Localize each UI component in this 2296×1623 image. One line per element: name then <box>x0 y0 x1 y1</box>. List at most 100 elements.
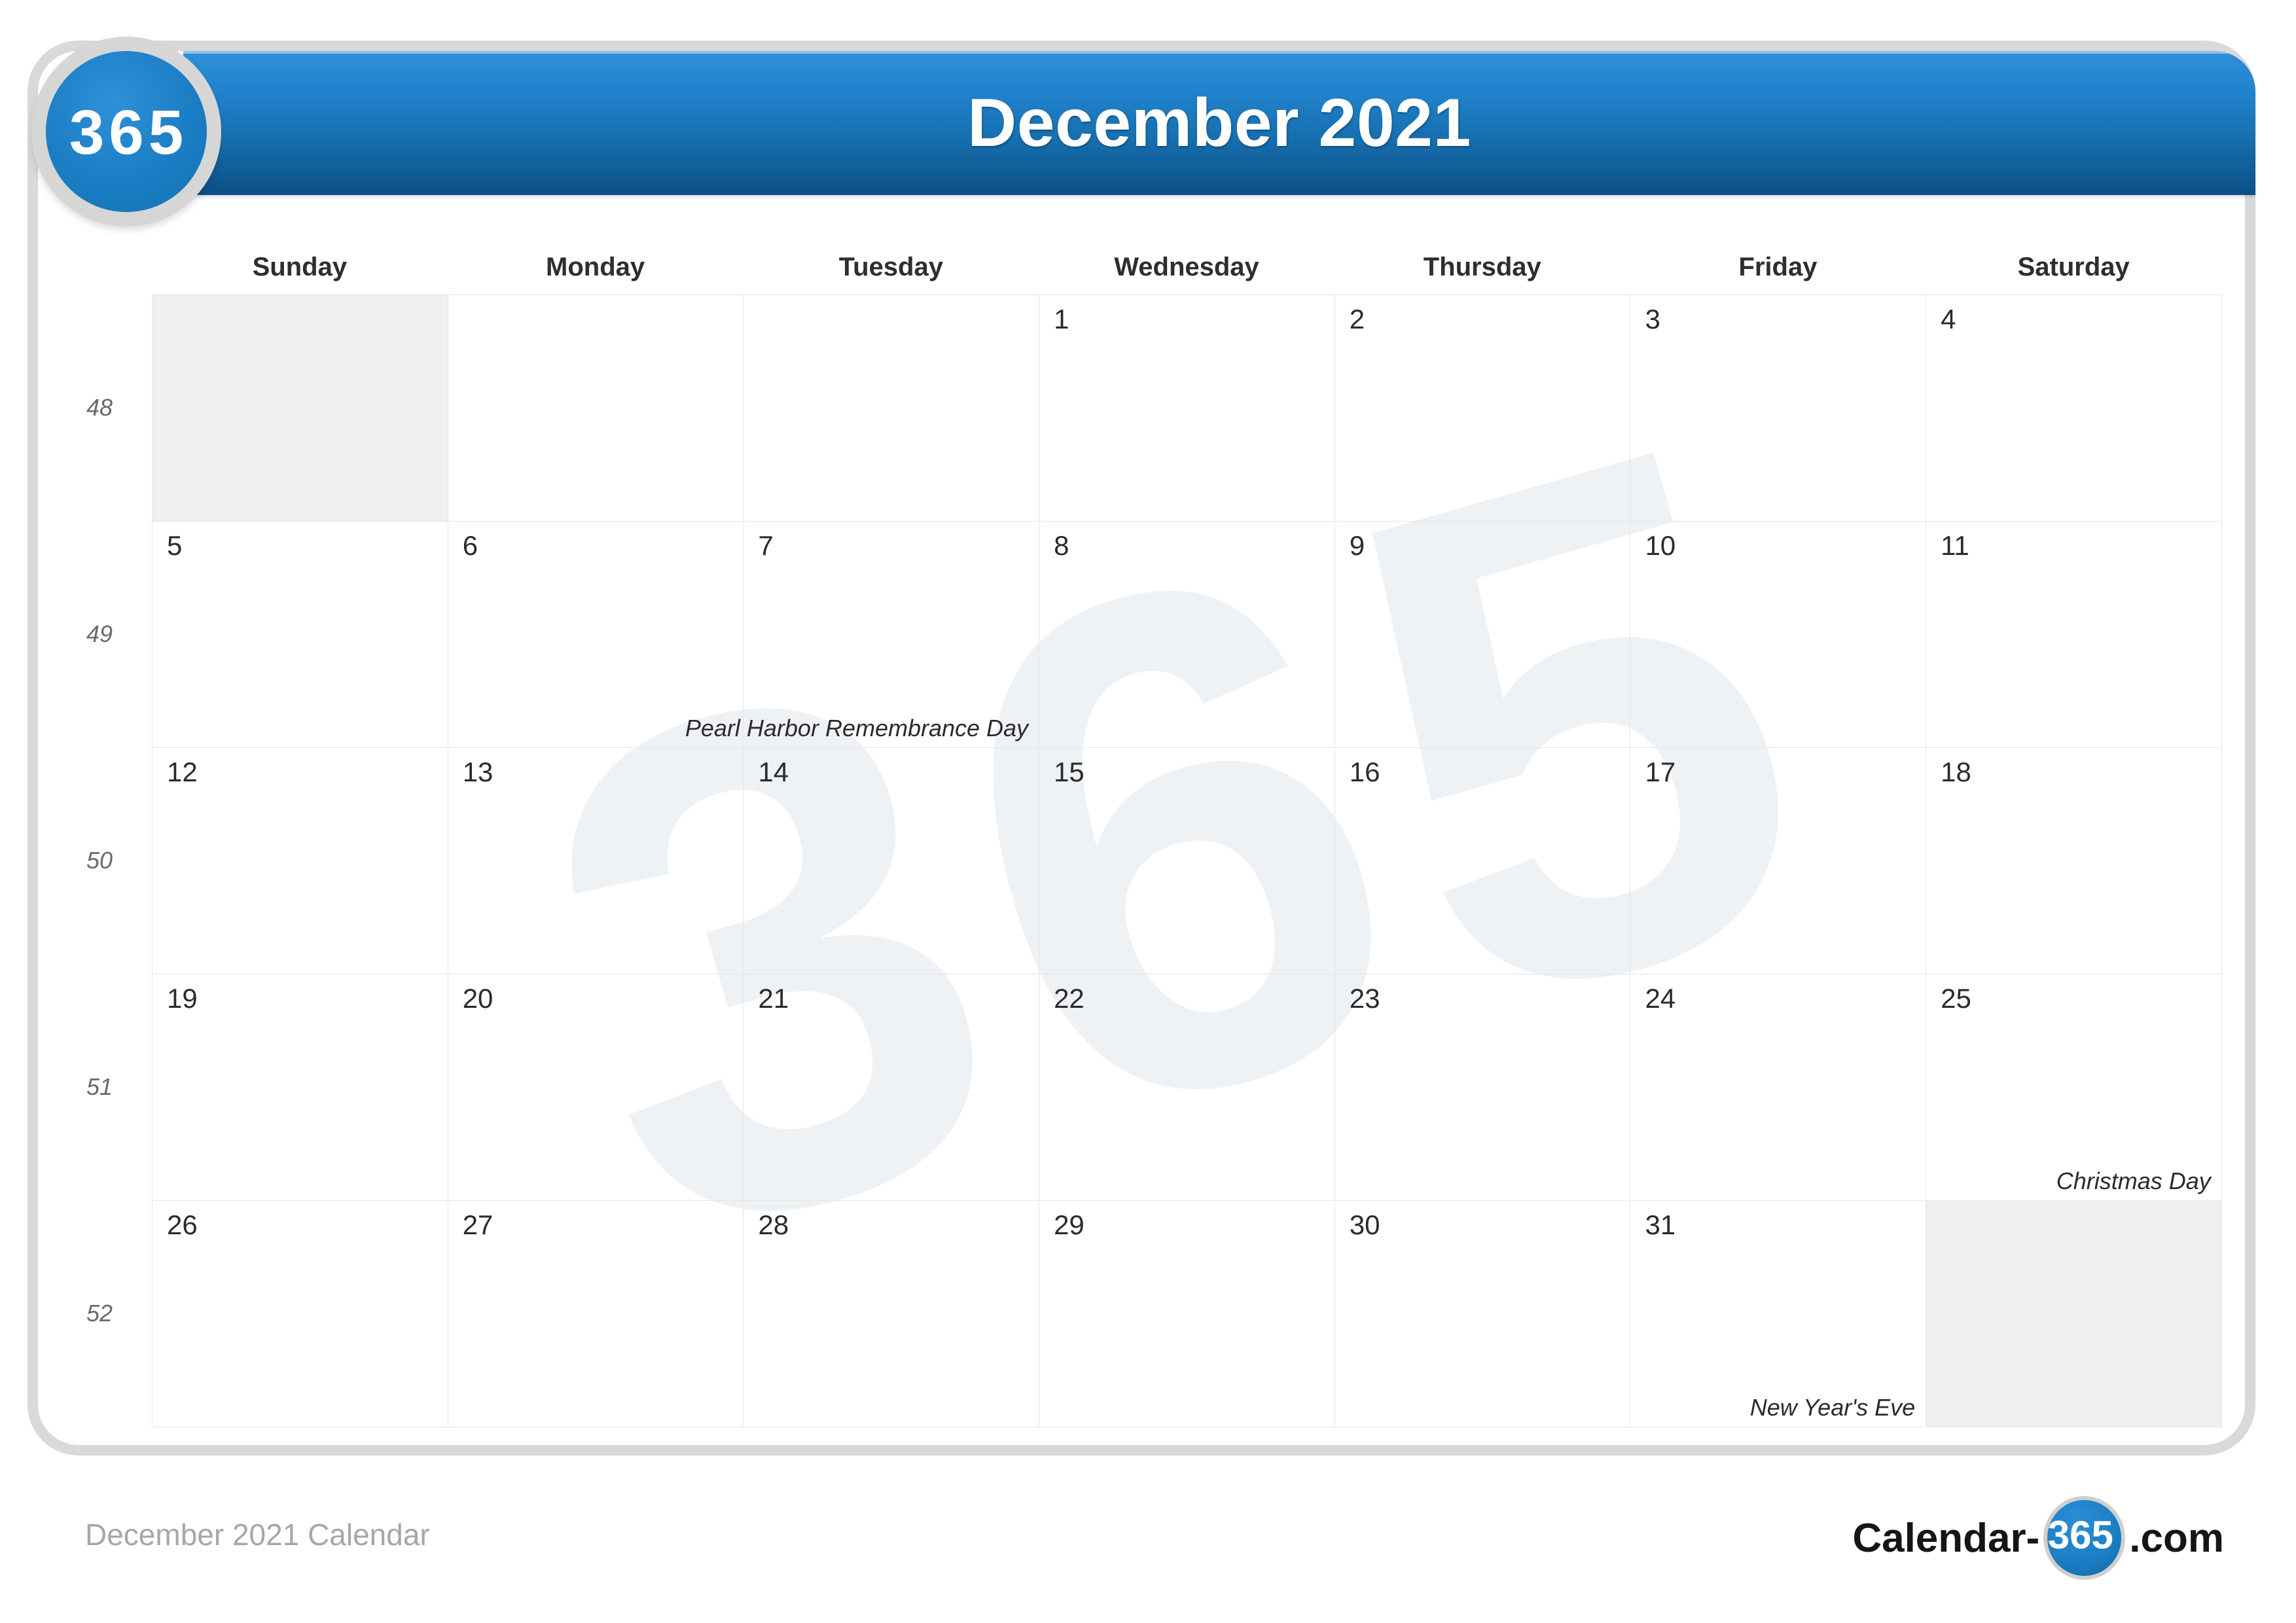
calendar-week-row: 12 13 14 15 16 17 18 <box>152 747 2222 974</box>
logo-365-badge[interactable]: 365 <box>31 37 221 226</box>
calendar-day-cell[interactable]: 7 Pearl Harbor Remembrance Day <box>685 521 1040 748</box>
day-number: 5 <box>167 530 183 561</box>
calendar-day-cell[interactable]: 24 <box>1630 974 1927 1201</box>
day-number: 14 <box>758 757 789 787</box>
day-number: 27 <box>462 1209 493 1240</box>
calendar-day-cell[interactable]: 21 <box>743 974 1040 1201</box>
day-number: 24 <box>1645 983 1676 1014</box>
day-number: 29 <box>1054 1209 1085 1240</box>
calendar-day-cell[interactable]: 29 <box>1039 1200 1335 1427</box>
calendar-day-cell[interactable]: 25 Christmas Day <box>1926 974 2222 1201</box>
week-number-column: 48 49 50 51 52 <box>47 294 152 1427</box>
calendar-header-bar: December 2021 <box>183 51 2255 195</box>
calendar-week-row: 1 2 3 4 <box>152 294 2222 522</box>
holiday-label: Pearl Harbor Remembrance Day <box>685 715 1029 741</box>
holiday-label: Christmas Day <box>2056 1168 2211 1194</box>
day-number: 21 <box>758 983 789 1014</box>
calendar-day-cell[interactable]: 4 <box>1926 294 2222 522</box>
day-number: 17 <box>1645 757 1676 787</box>
weekday-header-friday: Friday <box>1738 253 1818 281</box>
footer-brand-logo[interactable]: Calendar- 365 .com <box>1852 1496 2224 1580</box>
calendar-empty-cell <box>743 294 1040 522</box>
footer-brand-oval-icon: 365 <box>2043 1496 2126 1580</box>
day-number: 23 <box>1349 983 1380 1014</box>
week-number: 49 <box>86 620 113 647</box>
day-number: 19 <box>167 983 198 1014</box>
weekday-header-row: Sunday Monday Tuesday Wednesday Thursday… <box>152 247 2221 294</box>
week-number: 52 <box>86 1300 113 1327</box>
calendar-day-cell[interactable]: 8 <box>1039 521 1335 748</box>
calendar-day-cell[interactable]: 27 <box>447 1200 744 1427</box>
calendar-day-cell[interactable]: 1 <box>1039 294 1335 522</box>
calendar-week-row: 5 6 7 Pearl Harbor Remembrance Day 8 9 10 11 <box>152 521 2222 748</box>
calendar-day-cell[interactable]: 22 <box>1039 974 1335 1201</box>
day-number: 1 <box>1054 304 1069 334</box>
calendar-day-cell[interactable]: 23 <box>1334 974 1631 1201</box>
day-number: 26 <box>167 1209 198 1240</box>
day-number: 3 <box>1645 304 1660 334</box>
day-number: 11 <box>1941 530 1969 561</box>
calendar-day-cell[interactable]: 10 <box>1630 521 1927 748</box>
day-number: 2 <box>1349 304 1365 334</box>
calendar-day-cell[interactable]: 19 <box>152 974 448 1201</box>
calendar-empty-cell <box>447 294 744 522</box>
calendar-day-cell[interactable]: 14 <box>743 747 1040 974</box>
calendar-day-cell[interactable]: 28 <box>743 1200 1040 1427</box>
weekday-header-wednesday: Wednesday <box>1114 253 1259 281</box>
calendar-day-cell[interactable]: 17 <box>1630 747 1927 974</box>
day-number: 28 <box>758 1209 789 1240</box>
calendar-day-cell[interactable]: 26 <box>152 1200 448 1427</box>
day-number: 9 <box>1349 530 1365 561</box>
calendar-grid-body: 1 2 3 4 5 6 7 Pearl Harbor Remembrance Day 8 9 10 1… <box>152 294 2222 1427</box>
weekday-header-thursday: Thursday <box>1423 253 1541 281</box>
calendar-empty-cell <box>1926 1200 2222 1427</box>
calendar-day-cell[interactable]: 5 <box>152 521 448 748</box>
calendar-day-cell[interactable]: 12 <box>152 747 448 974</box>
calendar-grid: 1 2 3 4 5 6 7 Pearl Harbor Remembrance Day 8 9 10 1… <box>152 294 2222 1427</box>
day-number: 10 <box>1645 530 1676 561</box>
calendar-week-row: 19 20 21 22 23 24 25 Christmas Day <box>152 974 2222 1201</box>
weekday-header-saturday: Saturday <box>2017 253 2130 281</box>
footer-brand-oval-label: 365 <box>2047 1513 2113 1557</box>
calendar-day-cell[interactable]: 15 <box>1039 747 1335 974</box>
logo-365-label: 365 <box>69 98 188 168</box>
calendar-day-cell[interactable]: 16 <box>1334 747 1631 974</box>
week-number: 50 <box>86 847 113 874</box>
logo-365-circle: 365 <box>46 51 207 212</box>
day-number: 12 <box>167 757 198 787</box>
day-number: 20 <box>462 983 493 1014</box>
day-number: 8 <box>1054 530 1069 561</box>
day-number: 22 <box>1054 983 1085 1014</box>
footer-caption: December 2021 Calendar <box>85 1518 430 1552</box>
page-title: December 2021 <box>967 85 1471 161</box>
day-number: 18 <box>1941 757 1971 787</box>
calendar-day-cell[interactable]: 13 <box>447 747 744 974</box>
week-number: 48 <box>86 394 113 421</box>
calendar-empty-cell <box>152 294 448 522</box>
calendar-grid-wrapper: 365 48 49 50 51 52 1 2 3 4 5 6 7 Pearl Harbor R… <box>86 285 2222 1427</box>
footer-brand-suffix: .com <box>2129 1515 2224 1561</box>
calendar-day-cell[interactable]: 20 <box>447 974 744 1201</box>
calendar-day-cell[interactable]: 6 <box>447 521 744 748</box>
day-number: 6 <box>462 530 478 561</box>
weekday-header-monday: Monday <box>546 253 645 281</box>
calendar-day-cell[interactable]: 31 New Year's Eve <box>1630 1200 1927 1427</box>
calendar-day-cell[interactable]: 18 <box>1926 747 2222 974</box>
weekday-header-sunday: Sunday <box>252 253 348 281</box>
holiday-label: New Year's Eve <box>1749 1394 1916 1421</box>
day-number: 25 <box>1941 983 1971 1014</box>
day-number: 15 <box>1054 757 1085 787</box>
footer-brand-prefix: Calendar- <box>1852 1515 2040 1561</box>
calendar-day-cell[interactable]: 9 <box>1334 521 1631 748</box>
day-number: 4 <box>1941 304 1956 334</box>
day-number: 31 <box>1645 1209 1676 1240</box>
calendar-day-cell[interactable]: 3 <box>1630 294 1927 522</box>
day-number: 30 <box>1349 1209 1380 1240</box>
calendar-page: December 2021 365 Sunday Monday Tuesday … <box>0 0 2296 1623</box>
weekday-header-tuesday: Tuesday <box>838 253 943 281</box>
day-number: 7 <box>758 530 774 561</box>
calendar-day-cell[interactable]: 2 <box>1334 294 1631 522</box>
calendar-day-cell[interactable]: 11 <box>1926 521 2222 748</box>
day-number: 13 <box>462 757 493 787</box>
calendar-day-cell[interactable]: 30 <box>1334 1200 1631 1427</box>
